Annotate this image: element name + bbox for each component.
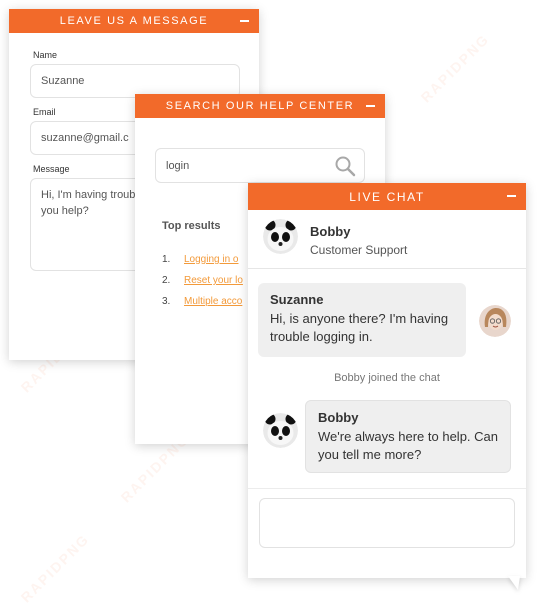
message-panel-title: Leave us a message [59, 15, 209, 27]
result-link[interactable]: Reset your lo [184, 275, 243, 286]
chat-panel-header: Live Chat [248, 183, 526, 210]
user-avatar-icon [479, 305, 511, 337]
name-field[interactable]: Suzanne [30, 64, 240, 98]
watermark: RAPIDPNG [417, 30, 493, 106]
help-panel-title: Search our help center [165, 100, 355, 112]
name-label: Name [33, 50, 58, 60]
message-text: We're always here to help. Can you tell … [318, 429, 499, 462]
chat-bubble-tail [508, 576, 520, 590]
message-text: Hi, is anyone there? I'm having trouble … [270, 311, 449, 344]
message-sender: Suzanne [270, 292, 324, 307]
divider [248, 488, 526, 489]
chat-message-bubble: Bobby We're always here to help. Can you… [305, 400, 511, 473]
minimize-icon[interactable] [240, 20, 249, 22]
results-heading: Top results [162, 220, 221, 232]
result-number: 2. [162, 275, 171, 286]
help-search-value: login [166, 159, 190, 172]
search-icon[interactable] [334, 155, 356, 177]
chat-message-bubble: Suzanne Hi, is anyone there? I'm having … [258, 283, 466, 357]
message-label: Message [33, 164, 70, 174]
message-sender: Bobby [318, 410, 359, 425]
help-panel-header: Search our help center [135, 94, 385, 118]
result-number: 1. [162, 254, 171, 265]
watermark: RAPIDPNG [17, 530, 93, 605]
chat-panel-title: Live Chat [349, 189, 425, 204]
agent-role: Customer Support [310, 243, 408, 257]
system-message: Bobby joined the chat [334, 372, 440, 384]
email-label: Email [33, 107, 56, 117]
result-number: 3. [162, 296, 171, 307]
live-chat-panel: Live Chat Bobby Customer Support Suzanne… [248, 183, 526, 578]
result-item[interactable]: 1. Logging in o [162, 254, 239, 265]
panda-avatar-icon [263, 413, 298, 448]
result-link[interactable]: Logging in o [184, 254, 239, 265]
result-link[interactable]: Multiple acco [184, 296, 242, 307]
message-panel-header: Leave us a message [9, 9, 259, 33]
result-item[interactable]: 3. Multiple acco [162, 296, 242, 307]
agent-name: Bobby [310, 224, 351, 239]
minimize-icon[interactable] [507, 195, 516, 197]
chat-message-input[interactable] [259, 498, 515, 548]
result-item[interactable]: 2. Reset your lo [162, 275, 243, 286]
minimize-icon[interactable] [366, 105, 375, 107]
panda-avatar-icon [263, 219, 298, 254]
divider [248, 268, 526, 269]
